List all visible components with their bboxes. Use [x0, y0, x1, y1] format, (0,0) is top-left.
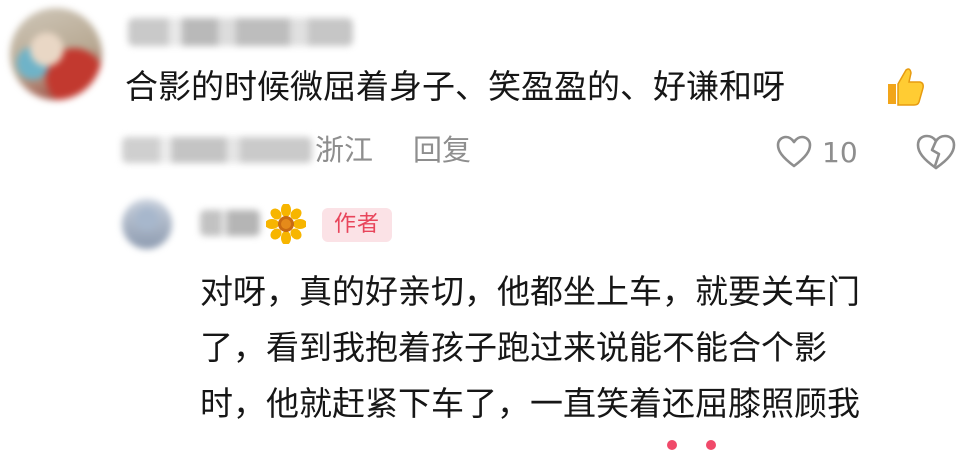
commenter-avatar[interactable] [10, 8, 102, 100]
reply-text: 对呀，真的好亲切，他都坐上车，就要关车门 了，看到我抱着孩子跑过来说能不能合个影… [200, 264, 952, 432]
author-username[interactable] [200, 210, 260, 236]
commenter-username[interactable] [128, 18, 353, 46]
broken-heart-icon[interactable] [915, 132, 957, 172]
reply-button[interactable]: 回复 [413, 130, 471, 170]
sunflower-icon [266, 204, 306, 244]
reply-line: 对呀，真的好亲切，他都坐上车，就要关车门 [200, 272, 860, 311]
author-badge: 作者 [322, 208, 392, 242]
thumbs-up-icon [888, 68, 924, 106]
like-button[interactable]: 10 [776, 132, 858, 172]
comment-text-content: 合影的时候微屈着身子、笑盈盈的、好谦和呀 [125, 67, 785, 106]
reply-line: 了，看到我抱着孩子跑过来说能不能合个影 [200, 328, 827, 367]
heart-emoji-fragment [667, 440, 677, 450]
heart-outline-icon [776, 135, 812, 168]
comment-region: 浙江 [315, 133, 374, 167]
reply-line: 时，他就赶紧下车了，一直笑着还屈膝照顾我 [200, 384, 860, 423]
comment-timestamp [122, 137, 312, 163]
like-count: 10 [822, 135, 858, 169]
author-avatar[interactable] [122, 199, 172, 249]
comment-text: 合影的时候微屈着身子、笑盈盈的、好谦和呀 [125, 64, 785, 110]
heart-emoji-fragment [706, 440, 716, 450]
